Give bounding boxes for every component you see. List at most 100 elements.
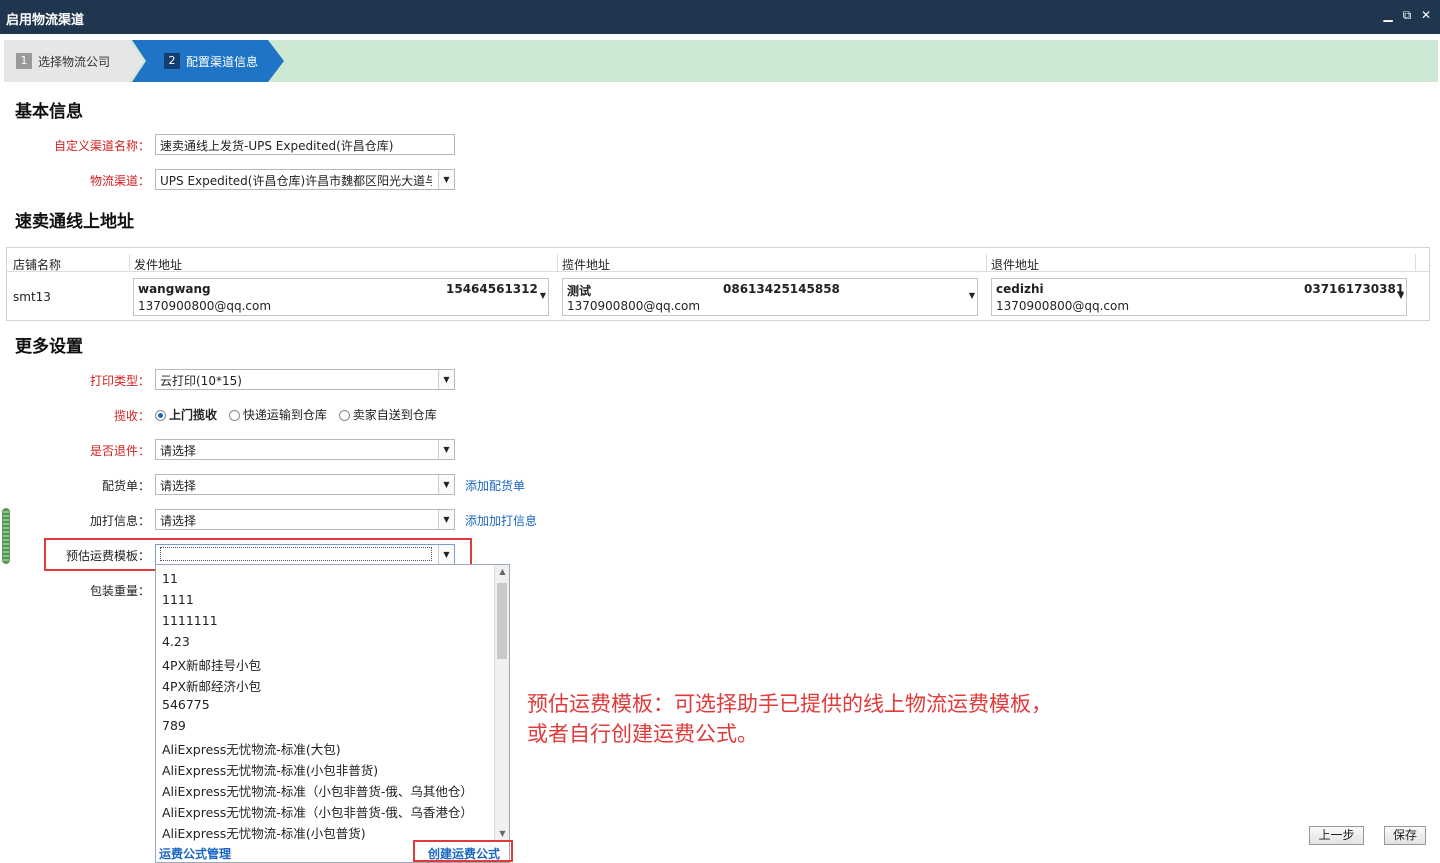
dropdown-option[interactable]: AliExpress无忧物流-标准(小包普货) [162,823,366,842]
step-label: 选择物流公司 [38,55,111,69]
close-icon[interactable]: ✕ [1418,7,1434,23]
restore-icon[interactable]: ⧉ [1399,7,1415,23]
channel-name-value: 速卖通线上发货-UPS Expedited(许昌仓库) [160,139,394,153]
pickup-method-label: 揽收： [113,409,150,423]
step-label: 配置渠道信息 [186,55,259,69]
packing-list-select[interactable]: 请选择 ▼ [155,474,455,495]
highlight-create-formula [413,840,513,862]
print-type-value: 云打印(10*15) [160,374,242,388]
chevron-down-icon[interactable]: ▼ [438,475,454,494]
radio-checked-icon[interactable] [155,410,166,421]
section-basic-info: 基本信息 [15,102,83,122]
freight-template-label: 预估运费模板： [65,549,150,563]
channel-name-label: 自定义渠道名称： [53,139,150,153]
annotation-text: 预估运费模板：可选择助手已提供的线上物流运费模板， 或者自行创建运费公式。 [527,689,1052,749]
freight-template-dropdown: 11 1111 1111111 4.23 4PX新邮挂号小包 4PX新邮经济小包… [155,564,510,863]
chevron-down-icon[interactable]: ▼ [438,370,454,389]
chevron-down-icon[interactable]: ▼ [438,440,454,459]
extra-print-select[interactable]: 请选择 ▼ [155,509,455,530]
return-option-value: 请选择 [160,444,197,458]
window-titlebar: 启用物流渠道 ▁ ⧉ ✕ [0,0,1440,34]
return-phone: 037161730381 [1304,282,1405,296]
col-pickup-address: 揽件地址 [562,258,611,272]
packing-list-value: 请选择 [160,479,197,493]
scrollbar-thumb[interactable] [497,583,507,659]
freight-template-select[interactable]: ▼ [155,544,455,565]
return-name: cedizhi [996,282,1044,296]
dropdown-option[interactable]: 4.23 [162,634,190,649]
step-number: 2 [164,53,180,69]
packing-list-label: 配货单： [101,479,150,493]
radio-door-pickup[interactable]: 上门揽收 [155,408,217,422]
col-store-name: 店铺名称 [13,258,62,272]
address-table: 店铺名称 发件地址 揽件地址 退件地址 smt13 wangwang 15464… [6,247,1430,321]
sender-email: 1370900800@qq.com [138,299,272,313]
store-name-cell: smt13 [13,290,51,304]
dropdown-option[interactable]: 1111111 [162,613,218,628]
dropdown-option[interactable]: AliExpress无忧物流-标准（小包非普货-俄、乌其他仓） [162,781,473,800]
dropdown-scrollbar[interactable]: ▲ ▼ [494,565,509,841]
radio-unchecked-icon[interactable] [338,410,350,421]
print-type-label: 打印类型： [89,374,150,388]
radio-express-to-warehouse[interactable]: 快递运输到仓库 [228,408,327,422]
return-option-select[interactable]: 请选择 ▼ [155,439,455,460]
extra-print-value: 请选择 [160,514,197,528]
extra-print-label: 加打信息： [89,514,150,528]
radio-unchecked-icon[interactable] [228,410,240,421]
package-weight-label: 包装重量： [89,584,150,598]
dropdown-option[interactable]: 11 [162,571,178,586]
save-button[interactable]: 保存 [1384,826,1426,845]
dropdown-option[interactable]: AliExpress无忧物流-标准(小包非普货) [162,760,378,779]
pickup-phone: 08613425145858 [723,282,840,296]
chevron-down-icon[interactable]: ▼ [540,291,546,300]
freight-formula-manage-link[interactable]: 运费公式管理 [159,845,231,862]
dropdown-option[interactable]: 546775 [162,697,210,712]
dropdown-option[interactable]: 4PX新邮经济小包 [162,676,261,695]
chevron-down-icon[interactable]: ▼ [969,291,975,300]
sender-address-select[interactable]: wangwang 15464561312 1370900800@qq.com ▼ [133,278,549,316]
pickup-email: 1370900800@qq.com [567,299,701,313]
print-type-select[interactable]: 云打印(10*15) ▼ [155,369,455,390]
dropdown-option[interactable]: 1111 [162,592,194,607]
freight-template-value[interactable] [160,547,432,561]
add-packing-list-link[interactable]: 添加配货单 [465,477,525,494]
chevron-down-icon[interactable]: ▼ [438,170,454,189]
step-number: 1 [16,53,32,69]
logistics-channel-label: 物流渠道： [89,174,150,188]
wizard-steps: 1 选择物流公司 2 配置渠道信息 [4,40,1438,82]
previous-step-button[interactable]: 上一步 [1309,826,1364,845]
return-address-select[interactable]: cedizhi 037161730381 1370900800@qq.com ▼ [991,278,1407,316]
col-sender-address: 发件地址 [134,258,183,272]
annotation-line: 预估运费模板：可选择助手已提供的线上物流运费模板， [527,692,1052,716]
step-select-company[interactable]: 1 选择物流公司 [4,40,144,82]
chevron-down-icon[interactable]: ▼ [495,827,509,841]
section-online-address: 速卖通线上地址 [15,212,134,232]
chevron-down-icon[interactable]: ▼ [438,510,454,529]
dropdown-option[interactable]: AliExpress无忧物流-标准(大包) [162,739,341,758]
radio-self-delivery[interactable]: 卖家自送到仓库 [338,408,437,422]
sender-name: wangwang [138,282,211,296]
pickup-name: 测试 [567,284,592,298]
window-title: 启用物流渠道 [6,13,85,28]
channel-name-input[interactable]: 速卖通线上发货-UPS Expedited(许昌仓库) [155,134,455,155]
return-email: 1370900800@qq.com [996,299,1130,313]
chevron-up-icon[interactable]: ▲ [495,565,509,579]
step-configure-channel[interactable]: 2 配置渠道信息 [132,40,284,82]
add-extra-print-link[interactable]: 添加加打信息 [465,512,537,529]
chevron-down-icon[interactable]: ▼ [438,545,454,564]
col-return-address: 退件地址 [991,258,1040,272]
resize-handle[interactable] [2,508,10,564]
return-option-label: 是否退件： [89,444,150,458]
address-table-header: 店铺名称 发件地址 揽件地址 退件地址 [7,254,1429,272]
logistics-channel-select[interactable]: UPS Expedited(许昌仓库)许昌市魏都区阳光大道与建 ▼ [155,169,455,190]
section-more-settings: 更多设置 [15,337,83,357]
chevron-down-icon[interactable]: ▼ [1398,291,1404,300]
pickup-address-select[interactable]: 测试 08613425145858 1370900800@qq.com ▼ [562,278,978,316]
logistics-channel-value: UPS Expedited(许昌仓库)许昌市魏都区阳光大道与建 [160,174,432,188]
dropdown-option[interactable]: AliExpress无忧物流-标准（小包非普货-俄、乌香港仓） [162,802,473,821]
minimize-icon[interactable]: ▁ [1380,7,1396,23]
annotation-line: 或者自行创建运费公式。 [527,722,758,746]
dropdown-option[interactable]: 4PX新邮挂号小包 [162,655,261,674]
sender-phone: 15464561312 [446,282,538,296]
dropdown-option[interactable]: 789 [162,718,186,733]
